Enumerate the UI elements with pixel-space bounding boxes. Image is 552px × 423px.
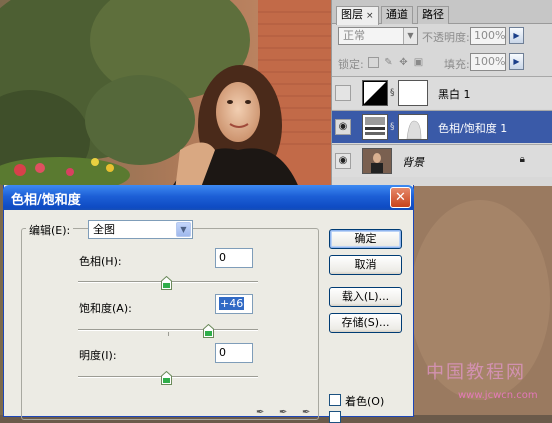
cancel-button[interactable]: 取消 [329, 255, 402, 275]
lightness-input[interactable]: 0 [215, 343, 253, 363]
preview-checkbox[interactable] [329, 411, 341, 423]
tab-channels[interactable]: 通道 [381, 6, 413, 24]
layers-panel: 图层 × 通道 路径 正常 ▼ 不透明度: 100% ▶ 锁定: ✎ ✥ ▣ 填充… [331, 0, 552, 186]
eyedropper-plus-icon[interactable]: ✒ [279, 407, 287, 418]
edit-value: 全图 [93, 223, 115, 236]
background-photo-thumbnail [362, 148, 392, 174]
saturation-value: +46 [219, 297, 245, 310]
triangle-right-icon: ▶ [513, 31, 520, 40]
load-button-label: 载入(L)... [341, 290, 390, 303]
saturation-slider-thumb[interactable] [203, 324, 214, 338]
chevron-down-icon: ▼ [176, 222, 191, 237]
layer-row-hue-saturation[interactable]: ◉ § 色相/饱和度 1 [332, 110, 552, 143]
load-button[interactable]: 载入(L)... [329, 287, 402, 307]
tab-paths[interactable]: 路径 [417, 6, 449, 24]
lock-transparent-icon[interactable] [368, 57, 379, 68]
panel-tabs: 图层 × 通道 路径 [332, 0, 552, 25]
ok-button-label: 确定 [354, 232, 377, 245]
lock-image-icon[interactable]: ✎ [383, 57, 394, 68]
hue-label: 色相(H): [79, 255, 122, 268]
hue-input[interactable]: 0 [215, 248, 253, 268]
colorize-checkbox[interactable] [329, 394, 341, 406]
opacity-value: 100% [474, 29, 506, 42]
close-button[interactable]: ✕ [390, 187, 411, 208]
layer-name[interactable]: 色相/饱和度 1 [438, 120, 507, 136]
saturation-label: 饱和度(A): [79, 302, 132, 315]
fill-slider-button[interactable]: ▶ [509, 53, 524, 70]
blend-mode-dropdown[interactable]: 正常 ▼ [338, 27, 418, 45]
hue-slider-thumb[interactable] [161, 276, 172, 290]
lock-icon: 🔒︎ [519, 154, 525, 165]
eyedropper-icon[interactable]: ✒ [256, 407, 264, 418]
fill-label: 填充: [444, 58, 470, 71]
dialog-titlebar[interactable]: 色相/饱和度 ✕ [3, 185, 414, 210]
colorize-label: 着色(O) [345, 395, 385, 408]
chevron-down-icon: ▼ [403, 28, 417, 44]
lock-position-icon[interactable]: ✥ [398, 57, 409, 68]
link-chain-icon[interactable]: § [390, 122, 395, 132]
fill-value: 100% [474, 55, 506, 68]
layer-mask-thumbnail[interactable] [398, 114, 428, 140]
dialog-title: 色相/饱和度 [11, 193, 81, 208]
hue-value: 0 [219, 251, 226, 264]
link-chain-icon[interactable]: § [390, 88, 395, 98]
hue-saturation-dialog: 色相/饱和度 ✕ 编辑(E): 全图 ▼ 色相(H): 0 饱和度(A): +4… [3, 185, 414, 423]
layer-row-black-white[interactable]: § 黑白 1 [332, 76, 552, 109]
close-icon: ✕ [395, 190, 406, 205]
tab-channels-label: 通道 [386, 8, 408, 21]
triangle-right-icon: ▶ [513, 57, 520, 66]
ok-button[interactable]: 确定 [329, 229, 402, 249]
cancel-button-label: 取消 [354, 258, 377, 271]
saturation-slider-track[interactable] [78, 329, 258, 336]
opacity-slider-button[interactable]: ▶ [509, 27, 524, 44]
fill-field[interactable]: 100% [470, 53, 506, 71]
save-button-label: 存储(S)... [341, 316, 390, 329]
edit-dropdown[interactable]: 全图 ▼ [88, 220, 193, 239]
layer-name[interactable]: 黑白 1 [438, 86, 471, 102]
black-white-adjustment-icon [362, 80, 388, 106]
lightness-slider-thumb[interactable] [161, 371, 172, 385]
lock-all-icon[interactable]: ▣ [413, 57, 424, 68]
lightness-value: 0 [219, 346, 226, 359]
save-button[interactable]: 存储(S)... [329, 313, 402, 333]
blend-mode-value: 正常 [343, 29, 365, 42]
visibility-toggle[interactable] [335, 85, 351, 101]
eye-icon[interactable]: ◉ [335, 153, 351, 169]
layer-name[interactable]: 背景 [402, 154, 424, 170]
eyedropper-minus-icon[interactable]: ✒ [302, 407, 310, 418]
saturation-input[interactable]: +46 [215, 294, 253, 314]
settings-group [21, 228, 319, 420]
slider-center-tick [168, 332, 169, 336]
layer-row-background[interactable]: ◉ 背景 🔒︎ [332, 144, 552, 177]
opacity-label: 不透明度: [422, 31, 470, 44]
tab-paths-label: 路径 [422, 8, 444, 21]
eye-icon[interactable]: ◉ [335, 119, 351, 135]
tab-layers-label: 图层 [341, 8, 363, 21]
layer-mask-thumbnail[interactable] [398, 80, 428, 106]
opacity-field[interactable]: 100% [470, 27, 506, 45]
tab-close-icon[interactable]: × [366, 11, 374, 21]
tab-layers[interactable]: 图层 × [336, 6, 379, 25]
hue-saturation-adjustment-icon [362, 114, 388, 140]
lock-label: 锁定: [338, 58, 364, 71]
edit-label: 编辑(E): [26, 222, 74, 238]
lightness-label: 明度(I): [79, 349, 117, 362]
